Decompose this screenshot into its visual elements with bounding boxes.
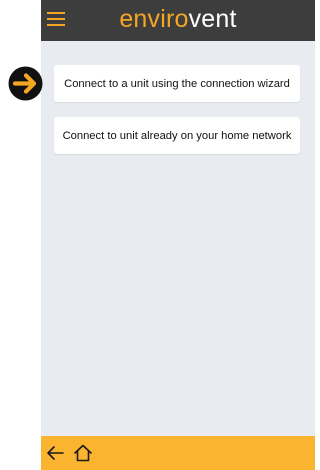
app-screen: envirovent Connect to a unit using the c… [41, 0, 315, 470]
pointer-arrow-icon [8, 66, 43, 101]
connection-wizard-button[interactable]: Connect to a unit using the connection w… [54, 65, 300, 102]
hamburger-menu-icon[interactable] [47, 10, 65, 28]
app-header: envirovent [41, 0, 315, 41]
bottom-nav-bar [41, 436, 315, 470]
back-arrow-icon[interactable] [45, 444, 65, 462]
home-icon[interactable] [73, 444, 93, 462]
connect-home-network-button[interactable]: Connect to unit already on your home net… [54, 117, 300, 154]
envirovent-logo: envirovent [119, 5, 237, 33]
